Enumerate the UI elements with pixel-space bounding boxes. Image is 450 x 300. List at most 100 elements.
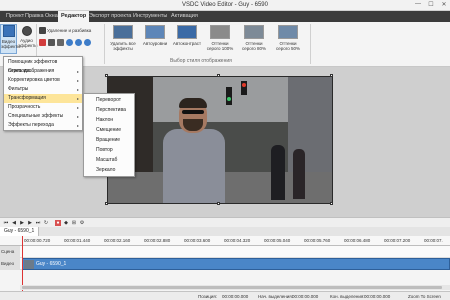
next-frame-icon[interactable]: ▶ [27,220,33,226]
timeline-scrollbar[interactable] [20,285,450,290]
ruler-tick: 00:00:05.760 [304,238,331,243]
record-icon[interactable]: ● [55,220,61,226]
refresh-icon[interactable] [84,39,91,46]
title-bar: VSDC Video Editor - Guy - 6590 — ☐ ✕ [0,0,450,11]
selection-start-label: Нач. выделения: [258,294,293,299]
arrow-right-icon: ▸ [76,114,79,119]
settings-icon[interactable]: ⚙ [79,220,85,226]
timeline-tab[interactable]: Guy - 6590_1 [0,227,40,236]
quick-style-label: Оттенки серого 50% [275,41,301,51]
track-label-scene: Сцена [0,246,20,258]
delete-split-label: Удаление и разбивка [47,28,92,33]
menu-item-label: Фильтры [8,86,29,92]
menu-item-image-style[interactable]: Стиль изображения ▸ [4,67,82,76]
menu-item-transparency[interactable]: Прозрачность ▸ [4,103,82,112]
menu-editor[interactable]: Редактор [58,11,90,22]
playhead[interactable] [22,236,23,291]
prev-frame-icon[interactable]: ◀ [11,220,17,226]
quick-style-autolevels[interactable]: Автоуровни [140,25,170,46]
rotate-back-icon[interactable] [75,39,82,46]
submenu-item-perspective[interactable]: Перспектива [84,106,134,115]
quick-style-gray80[interactable]: Оттенки серого 80% [238,25,270,51]
submenu-item-mirror[interactable]: Зеркало [84,166,134,175]
resize-handle[interactable] [217,202,220,205]
audio-effects-button[interactable]: Аудио эффекты [18,26,38,48]
menu-item-label: Прозрачность [8,104,41,110]
arrow-right-icon: ▸ [76,69,79,74]
style-preview-icon [278,25,298,39]
menu-item-color-correction[interactable]: Корректировка цветов ▸ [4,76,82,85]
delete-icon[interactable] [39,39,46,46]
ruler-tick: 00:00:03.600 [184,238,211,243]
menu-item-label: Специальные эффекты [8,113,64,119]
submenu-item-scale[interactable]: Масштаб [84,156,134,165]
speaker-icon [21,26,32,36]
submenu-item-shift[interactable]: Смещение [84,126,134,135]
crop-icon[interactable] [48,39,55,46]
resize-handle[interactable] [105,202,108,205]
arrow-right-icon: ▸ [76,87,79,92]
maximize-button[interactable]: ☐ [425,1,437,10]
video-object [183,119,203,131]
loop-icon[interactable]: ↻ [43,220,49,226]
clip-label: Guy - 6590_1 [36,261,67,267]
zoom-to-screen[interactable]: Zoom To Screen [408,294,441,299]
quick-style-autocontrast[interactable]: Автоконтраст [172,25,202,46]
video-object [179,98,207,108]
quick-style-gray100[interactable]: Оттенки серого 100% [204,25,236,51]
selection-end-label: Кон. выделения: [330,294,365,299]
style-preview-icon [244,25,264,39]
cut-icon[interactable] [39,27,46,34]
split-icon[interactable] [57,39,64,46]
minimize-button[interactable]: — [412,1,424,10]
video-effects-button[interactable]: Видео эффекты [0,24,21,54]
snap-icon[interactable]: ⊞ [71,220,77,226]
arrow-right-icon: ▸ [76,123,79,128]
menu-item-transition-wizard[interactable]: Помощник эффектов перехода... [4,58,82,74]
resize-handle[interactable] [330,74,333,77]
style-preview-icon [113,25,133,39]
menu-tools[interactable]: Инструменты [130,11,170,22]
resize-handle[interactable] [105,74,108,77]
video-preview[interactable] [107,76,333,204]
video-object [293,149,305,199]
menu-activation[interactable]: Активация [168,11,201,22]
video-object [226,87,232,105]
marker-icon[interactable]: ◆ [63,220,69,226]
menu-item-transformation[interactable]: Трансформация ▸ [4,94,82,103]
ribbon-separator [310,24,311,64]
resize-handle[interactable] [330,202,333,205]
track-scene[interactable] [20,246,450,258]
menu-item-special-effects[interactable]: Специальные эффекты ▸ [4,112,82,121]
audio-effects-label: Аудио эффекты [18,38,38,48]
arrow-right-icon: ▸ [76,78,79,83]
window-title: VSDC Video Editor - Guy - 6590 [182,2,268,8]
submenu-item-rotate[interactable]: Вращение [84,136,134,145]
ruler-tick: 00:00:07.200 [384,238,411,243]
submenu-item-repeat[interactable]: Повтор [84,146,134,155]
timeline-ruler[interactable]: 00:00:00.720 00:00:01.440 00:00:02.160 0… [0,236,450,246]
menu-item-transition-effects[interactable]: Эффекты перехода ▸ [4,121,82,130]
play-icon[interactable]: ▶ [19,220,25,226]
video-object [242,83,246,87]
status-bar: Позиция: 00:00:00.000 Нач. выделения: 00… [0,291,450,300]
quick-style-remove-all[interactable]: Удалить все эффекты [108,25,138,51]
style-preview-icon [145,25,165,39]
resize-handle[interactable] [217,74,220,77]
ruler-tick: 00:00:00.720 [24,238,51,243]
first-frame-icon[interactable]: ⏮ [3,220,9,226]
video-clip[interactable]: Guy - 6590_1 [22,258,450,270]
scrollbar-thumb[interactable] [22,286,442,289]
submenu-item-skew[interactable]: Наклон [84,116,134,125]
submenu-item-flip[interactable]: Переворот [84,96,134,105]
rotate-icon[interactable] [66,39,73,46]
ruler-tick: 00:00:04.320 [224,238,251,243]
video-object [182,110,204,114]
last-frame-icon[interactable]: ⏭ [35,220,41,226]
close-button[interactable]: ✕ [438,1,450,10]
film-icon [2,25,15,37]
video-background [153,77,288,122]
quick-style-gray50[interactable]: Оттенки серого 50% [272,25,304,51]
menu-item-filters[interactable]: Фильтры ▸ [4,85,82,94]
menu-export[interactable]: Экспорт проекта [86,11,134,22]
